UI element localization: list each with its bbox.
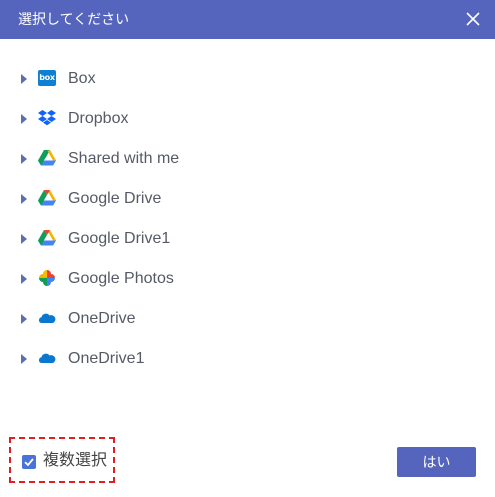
onedrive-icon bbox=[38, 309, 56, 327]
tree-item-label: Box bbox=[68, 70, 96, 87]
expand-caret-icon[interactable] bbox=[21, 274, 27, 284]
google-drive-icon bbox=[38, 189, 56, 207]
expand-caret-icon[interactable] bbox=[21, 114, 27, 124]
ok-button[interactable]: はい bbox=[397, 447, 476, 477]
expand-caret-icon[interactable] bbox=[21, 354, 27, 364]
multi-select-highlight: 複数選択 bbox=[9, 437, 115, 483]
dropbox-icon bbox=[38, 109, 56, 127]
tree-item-shared-with-me[interactable]: Shared with me bbox=[0, 139, 495, 179]
tree-item-box[interactable]: box Box bbox=[0, 59, 495, 99]
multi-select-checkbox[interactable] bbox=[22, 455, 36, 469]
select-dialog: 選択してください box Box Dropbox Shared with me … bbox=[0, 0, 495, 497]
expand-caret-icon[interactable] bbox=[21, 234, 27, 244]
checkmark-icon bbox=[24, 458, 34, 467]
dialog-titlebar: 選択してください bbox=[0, 0, 495, 39]
multi-select-label[interactable]: 複数選択 bbox=[43, 439, 107, 483]
tree-item-dropbox[interactable]: Dropbox bbox=[0, 99, 495, 139]
expand-caret-icon[interactable] bbox=[21, 154, 27, 164]
tree-item-google-drive[interactable]: Google Drive bbox=[0, 179, 495, 219]
dialog-title: 選択してください bbox=[18, 11, 130, 27]
box-icon: box bbox=[38, 69, 56, 87]
tree-item-label: Google Drive1 bbox=[68, 230, 171, 247]
tree-item-label: Google Photos bbox=[68, 270, 174, 287]
tree-item-onedrive1[interactable]: OneDrive1 bbox=[0, 339, 495, 379]
close-icon[interactable] bbox=[463, 9, 483, 29]
tree-item-onedrive[interactable]: OneDrive bbox=[0, 299, 495, 339]
tree-item-label: OneDrive bbox=[68, 310, 136, 327]
onedrive-icon bbox=[38, 349, 56, 367]
tree-item-label: Dropbox bbox=[68, 110, 129, 127]
tree-item-google-drive1[interactable]: Google Drive1 bbox=[0, 219, 495, 259]
tree-item-google-photos[interactable]: Google Photos bbox=[0, 259, 495, 299]
tree-item-label: Google Drive bbox=[68, 190, 162, 207]
google-drive-icon bbox=[38, 229, 56, 247]
tree-item-label: OneDrive1 bbox=[68, 350, 145, 367]
google-drive-icon bbox=[38, 149, 56, 167]
tree-item-label: Shared with me bbox=[68, 150, 180, 167]
expand-caret-icon[interactable] bbox=[21, 314, 27, 324]
box-logo-text: box bbox=[38, 70, 56, 86]
cloud-tree: box Box Dropbox Shared with me Google Dr… bbox=[0, 59, 495, 379]
google-photos-icon bbox=[38, 269, 56, 287]
expand-caret-icon[interactable] bbox=[21, 194, 27, 204]
expand-caret-icon[interactable] bbox=[21, 74, 27, 84]
